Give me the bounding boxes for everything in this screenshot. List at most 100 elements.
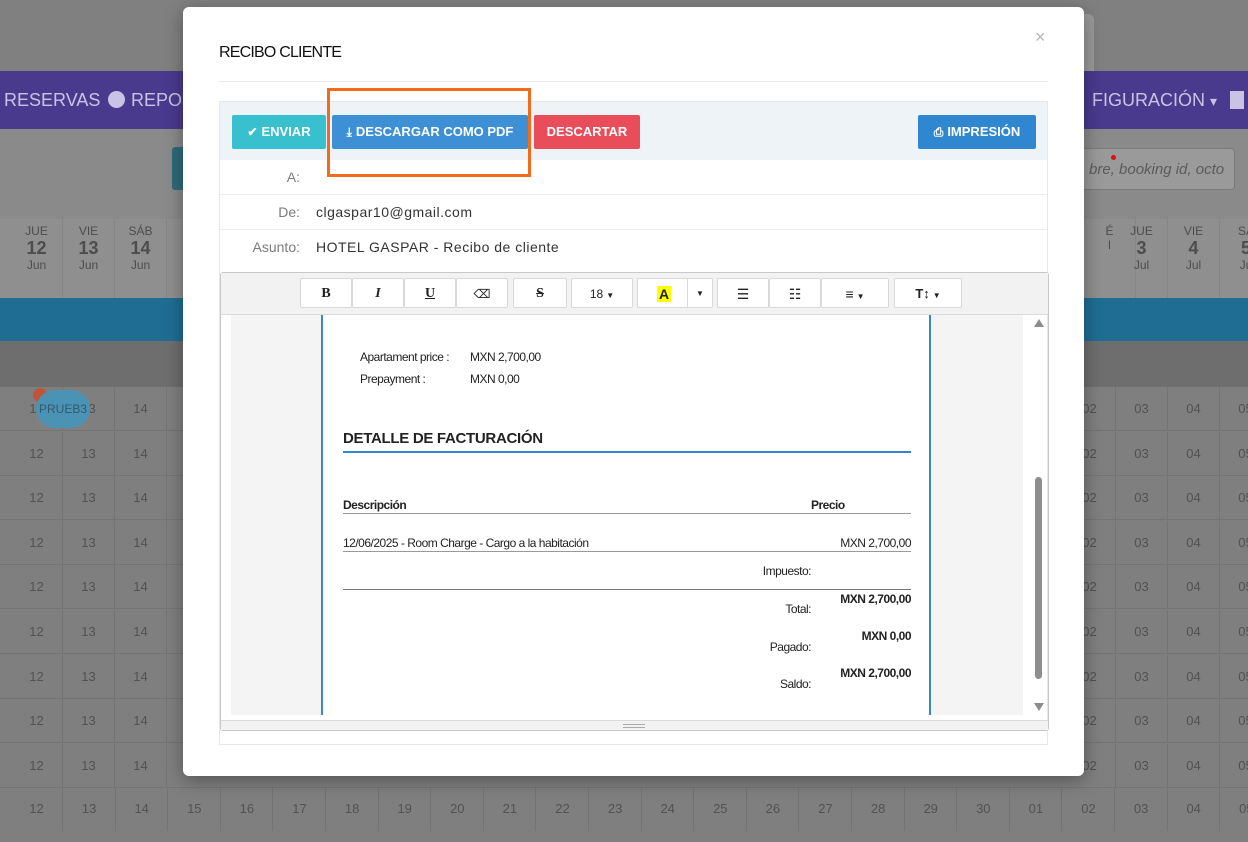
- calendar-cell[interactable]: 21: [484, 787, 537, 831]
- calendar-cell[interactable]: 05: [1220, 521, 1248, 565]
- calendar-cell[interactable]: 04: [1168, 654, 1220, 699]
- calendar-cell[interactable]: 13: [63, 743, 115, 788]
- calendar-cell[interactable]: 05: [1220, 432, 1248, 476]
- calendar-cell[interactable]: 14: [115, 699, 167, 744]
- calendar-cell[interactable]: 04: [1168, 610, 1220, 654]
- calendar-cell[interactable]: 12: [11, 743, 63, 788]
- calendar-cell[interactable]: 13: [63, 699, 115, 744]
- from-input[interactable]: clgaspar10@gmail.com: [316, 195, 473, 230]
- document-icon[interactable]: [1230, 71, 1244, 129]
- calendar-cell[interactable]: 14: [115, 476, 167, 521]
- calendar-cell[interactable]: 26: [747, 787, 800, 831]
- calendar-cell[interactable]: 14: [115, 387, 167, 431]
- calendar-cell[interactable]: 01: [1010, 787, 1063, 831]
- close-icon[interactable]: ×: [1035, 27, 1046, 48]
- calendar-cell[interactable]: 13: [63, 565, 115, 610]
- calendar-cell[interactable]: 14: [115, 431, 167, 476]
- calendar-cell[interactable]: 04: [1168, 431, 1220, 476]
- calendar-cell[interactable]: 03: [1116, 520, 1168, 565]
- calendar-cell[interactable]: 13: [63, 431, 115, 476]
- download-pdf-button[interactable]: ⤓ DESCARGAR COMO PDF: [332, 115, 528, 149]
- text-color-dropdown[interactable]: ▼: [687, 278, 713, 308]
- calendar-cell[interactable]: 25: [695, 787, 747, 831]
- calendar-cell[interactable]: 03: [1116, 610, 1168, 654]
- calendar-cell[interactable]: 04: [1168, 699, 1220, 744]
- editor-resize-handle[interactable]: [221, 720, 1048, 730]
- calendar-cell[interactable]: 20: [432, 787, 484, 831]
- print-button[interactable]: ⎙ IMPRESIÓN: [918, 115, 1036, 149]
- text-color-button[interactable]: A: [637, 278, 691, 308]
- calendar-cell[interactable]: 03: [1116, 431, 1168, 476]
- calendar-cell[interactable]: 04: [1168, 565, 1220, 610]
- calendar-cell[interactable]: 22: [537, 787, 589, 831]
- bold-button[interactable]: B: [300, 278, 352, 308]
- subject-input[interactable]: HOTEL GASPAR - Recibo de cliente: [316, 230, 559, 265]
- calendar-cell[interactable]: 13: [64, 787, 116, 831]
- discard-button[interactable]: DESCARTAR: [534, 115, 640, 149]
- scroll-thumb[interactable]: [1035, 477, 1042, 679]
- calendar-cell[interactable]: 04: [1168, 387, 1220, 431]
- search-input[interactable]: bre, booking id, octo: [1070, 148, 1235, 190]
- calendar-cell[interactable]: 27: [800, 787, 852, 831]
- strikethrough-button[interactable]: S: [513, 278, 567, 308]
- calendar-cell[interactable]: 05: [1220, 565, 1248, 609]
- calendar-cell[interactable]: 03: [1116, 565, 1168, 610]
- calendar-cell[interactable]: 03: [1116, 654, 1168, 699]
- nav-reservas[interactable]: RESERVAS: [4, 71, 100, 129]
- calendar-cell[interactable]: 19: [379, 787, 432, 831]
- eraser-icon[interactable]: ⌫: [456, 278, 508, 308]
- calendar-cell[interactable]: 03: [1116, 387, 1168, 431]
- calendar-cell[interactable]: 05: [1220, 699, 1248, 743]
- calendar-cell[interactable]: 03: [1116, 476, 1168, 521]
- font-size-dropdown[interactable]: 18 ▼: [571, 278, 633, 308]
- calendar-cell[interactable]: 14: [115, 520, 167, 565]
- calendar-cell[interactable]: 12: [11, 699, 63, 744]
- calendar-cell[interactable]: 12: [11, 565, 63, 610]
- calendar-cell[interactable]: 28: [853, 787, 905, 831]
- calendar-cell[interactable]: 05: [1220, 744, 1248, 788]
- calendar-cell[interactable]: 13: [63, 476, 115, 521]
- calendar-cell[interactable]: 05: [1220, 476, 1248, 520]
- calendar-cell[interactable]: 13: [63, 610, 115, 654]
- calendar-cell[interactable]: 12: [11, 431, 63, 476]
- italic-button[interactable]: I: [352, 278, 404, 308]
- bullet-list-icon[interactable]: ☰: [717, 278, 769, 308]
- calendar-cell[interactable]: 12: [11, 520, 63, 565]
- nav-reportes[interactable]: REPOR: [108, 71, 195, 129]
- calendar-cell[interactable]: 03: [1116, 699, 1168, 744]
- reservation-chip[interactable]: PRUEB3: [36, 390, 90, 428]
- calendar-cell[interactable]: 13: [63, 520, 115, 565]
- calendar-cell[interactable]: 12: [11, 787, 63, 831]
- calendar-cell[interactable]: 16: [221, 787, 274, 831]
- calendar-cell[interactable]: 14: [116, 787, 169, 831]
- calendar-cell[interactable]: 23: [590, 787, 642, 831]
- calendar-cell[interactable]: 05: [1220, 655, 1248, 699]
- scroll-down-icon[interactable]: [1034, 703, 1044, 711]
- calendar-cell[interactable]: 12: [11, 654, 63, 699]
- calendar-cell[interactable]: 17: [274, 787, 326, 831]
- calendar-cell[interactable]: 02: [1063, 787, 1115, 831]
- calendar-cell[interactable]: 14: [115, 565, 167, 610]
- calendar-cell[interactable]: 05: [1220, 610, 1248, 654]
- calendar-cell[interactable]: 12: [11, 476, 63, 521]
- align-dropdown[interactable]: ≡ ▼: [821, 278, 889, 308]
- calendar-cell[interactable]: 03: [1116, 787, 1168, 831]
- line-height-dropdown[interactable]: T↕ ▼: [894, 278, 962, 308]
- calendar-cell[interactable]: 13: [63, 654, 115, 699]
- calendar-cell[interactable]: 04: [1168, 787, 1221, 831]
- calendar-cell[interactable]: 18: [327, 787, 379, 831]
- calendar-cell[interactable]: 14: [115, 743, 167, 788]
- calendar-cell[interactable]: 15: [169, 787, 221, 831]
- calendar-cell[interactable]: 04: [1168, 743, 1220, 788]
- calendar-cell[interactable]: 05: [1221, 787, 1248, 831]
- calendar-cell[interactable]: 30: [958, 787, 1010, 831]
- nav-configuracion[interactable]: FIGURACIÓN ▾: [1092, 71, 1217, 129]
- to-input[interactable]: [316, 160, 1016, 195]
- editor-scrollbar[interactable]: [1029, 315, 1047, 715]
- calendar-cell[interactable]: 24: [642, 787, 695, 831]
- numbered-list-icon[interactable]: ☷: [769, 278, 821, 308]
- calendar-cell[interactable]: 14: [115, 654, 167, 699]
- calendar-cell[interactable]: 12: [11, 610, 63, 654]
- editor-content[interactable]: Apartament price : MXN 2,700,00 Prepayme…: [231, 315, 1023, 715]
- calendar-cell[interactable]: 14: [115, 610, 167, 654]
